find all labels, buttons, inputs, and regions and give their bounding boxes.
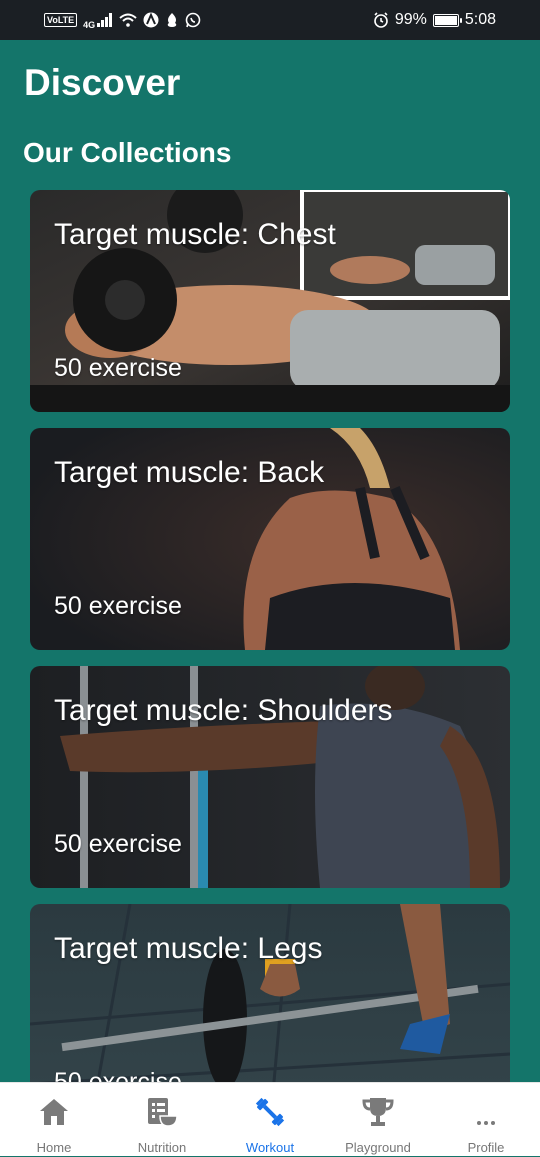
status-left: VoLTE 4G [44, 10, 201, 30]
collection-count: 50 exercise [54, 354, 182, 382]
signal-icon [97, 11, 113, 29]
status-right: 99% 5:08 [373, 11, 496, 29]
nav-profile-label: Profile [467, 1140, 505, 1155]
nav-home-label: Home [36, 1140, 72, 1155]
nav-workout-label: Workout [245, 1140, 295, 1155]
clock: 5:08 [464, 11, 496, 28]
nav-home[interactable]: Home [0, 1083, 108, 1157]
collection-title: Target muscle: Shoulders [54, 694, 393, 727]
collection-count: 50 exercise [54, 1068, 182, 1082]
nav-playground-label: Playground [345, 1140, 411, 1155]
status-bar: VoLTE 4G 99% 5:08 [0, 0, 540, 40]
wifi-icon [119, 11, 137, 29]
alarm-icon [373, 11, 389, 29]
network-type-label: 4G [83, 20, 96, 30]
collection-card-shoulders[interactable]: Target muscle: Shoulders 50 exercise [30, 666, 510, 888]
nav-nutrition-label: Nutrition [137, 1140, 187, 1155]
notification-app-icon [165, 11, 179, 29]
dumbbell-icon [253, 1095, 287, 1129]
section-title: Our Collections [23, 137, 232, 168]
trophy-icon [361, 1095, 395, 1129]
nav-app-icon [143, 11, 159, 29]
battery-percent: 99% [394, 11, 427, 28]
page-title: Discover [24, 62, 181, 103]
collection-card-back[interactable]: Target muscle: Back 50 exercise [30, 428, 510, 650]
nav-playground[interactable]: Playground [324, 1083, 432, 1157]
nutrition-icon [145, 1095, 179, 1129]
collection-card-chest[interactable]: Target muscle: Chest 50 exercise [30, 190, 510, 412]
bottom-nav: Home Nutrition Workout Playground Profil… [0, 1082, 540, 1156]
collection-count: 50 exercise [54, 592, 182, 620]
collections-list[interactable]: Target muscle: Chest 50 exercise Target … [30, 190, 510, 1082]
nav-profile[interactable]: Profile [432, 1083, 540, 1157]
collection-card-legs[interactable]: Target muscle: Legs 50 exercise [30, 904, 510, 1082]
nav-nutrition[interactable]: Nutrition [108, 1083, 216, 1157]
collection-title: Target muscle: Chest [54, 218, 336, 251]
volte-icon: VoLTE [44, 13, 78, 27]
collection-title: Target muscle: Legs [54, 932, 323, 965]
nav-workout[interactable]: Workout [216, 1083, 324, 1157]
battery-icon [432, 13, 462, 27]
more-icon [469, 1095, 503, 1129]
home-icon [37, 1095, 71, 1129]
legs-workout-photo [30, 904, 510, 1082]
whatsapp-icon [185, 11, 201, 29]
collection-title: Target muscle: Back [54, 456, 325, 489]
collection-count: 50 exercise [54, 830, 182, 858]
